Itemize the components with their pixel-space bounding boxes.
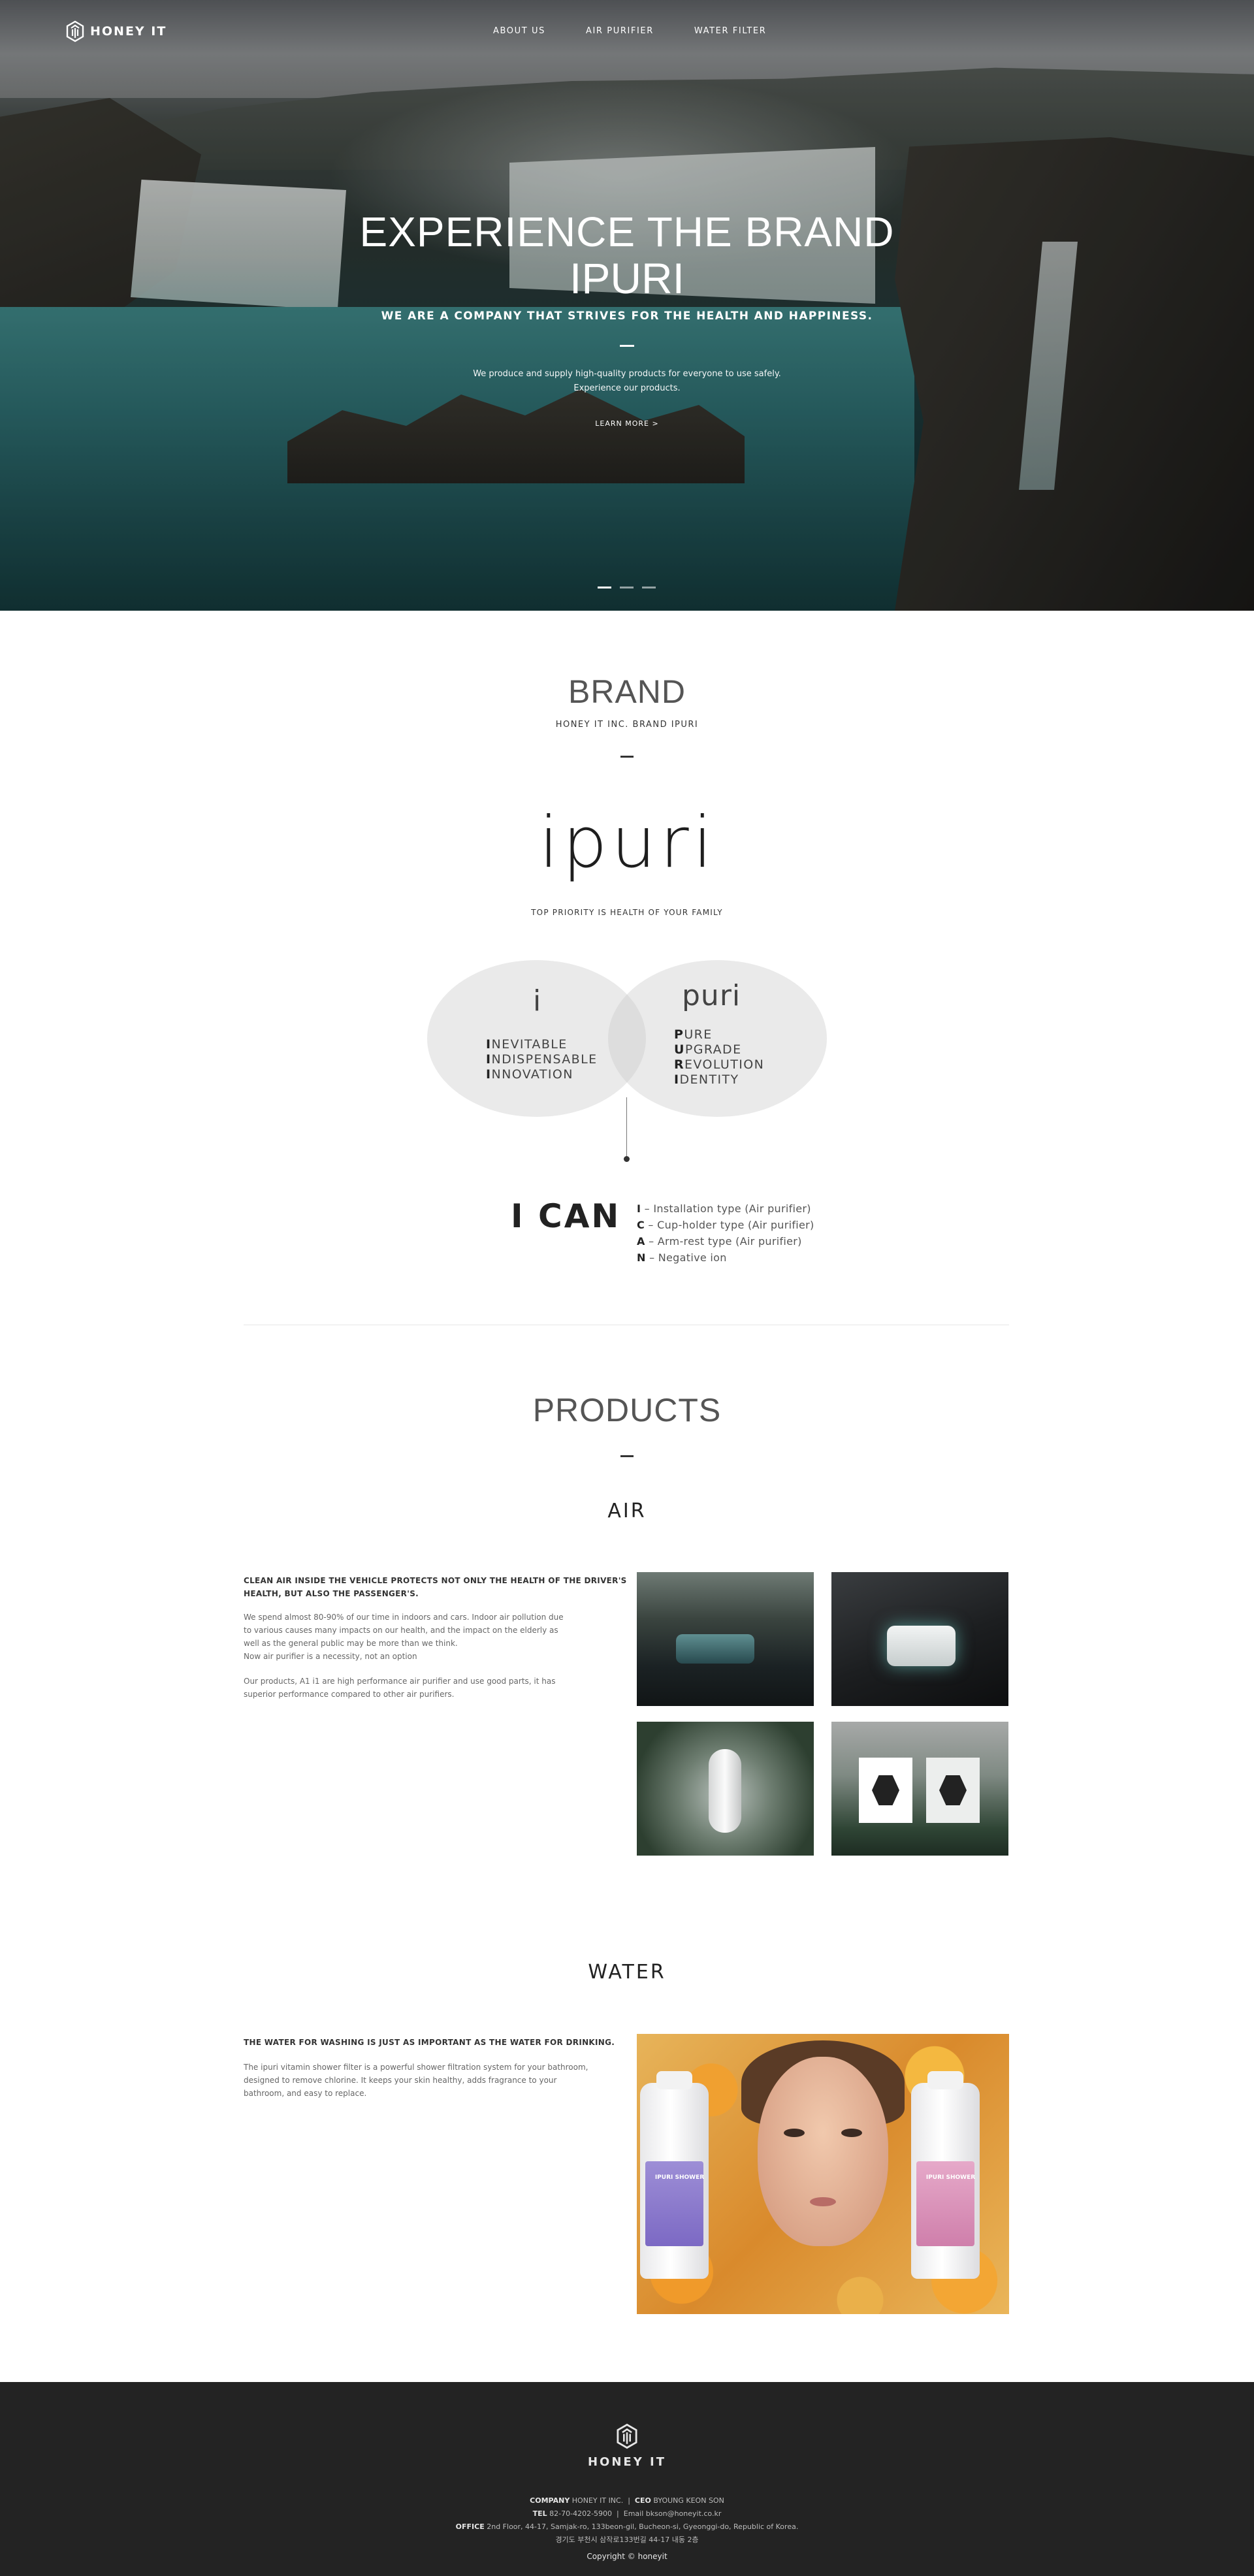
ican-title: I CAN — [511, 1197, 621, 1235]
air-product-image-3[interactable] — [637, 1722, 814, 1856]
ipuri-logo-text: ipuri — [539, 813, 716, 884]
water-heading: THE WATER FOR WASHING IS JUST AS IMPORTA… — [244, 2038, 615, 2047]
slide-dot-1[interactable] — [598, 587, 611, 588]
ican-item: I – Installation type (Air purifier) — [637, 1202, 811, 1215]
brand-venn-diagram: i INEVITABLE INDISPENSABLE INNOVATION pu… — [427, 960, 827, 1117]
slide-dot-2[interactable] — [620, 587, 634, 588]
air-description: We spend almost 80-90% of our time in in… — [244, 1613, 564, 1699]
hero-subtitle: WE ARE A COMPANY THAT STRIVES FOR THE HE… — [381, 310, 873, 323]
venn-left-words: INEVITABLE INDISPENSABLE INNOVATION — [486, 1037, 598, 1082]
hero-description: We produce and supply high-quality produ… — [0, 367, 1254, 396]
ican-item: A – Arm-rest type (Air purifier) — [637, 1235, 802, 1248]
menu-item-water-filter[interactable]: WATER FILTER — [694, 26, 767, 36]
products-section-title: PRODUCTS — [532, 1392, 722, 1428]
hero-content: EXPERIENCE THE BRAND IPURI WE ARE A COMP… — [0, 209, 1254, 428]
ican-item: C – Cup-holder type (Air purifier) — [637, 1219, 814, 1231]
venn-connector-line — [626, 1097, 627, 1158]
site-footer: HONEY IT COMPANY HONEY IT INC. | CEO BYO… — [0, 2382, 1254, 2576]
site-logo-text: HONEY IT — [90, 24, 167, 39]
venn-connector-dot — [624, 1156, 630, 1162]
venn-right-words: PURE UPGRADE REVOLUTION IDENTITY — [674, 1027, 765, 1087]
hero-divider — [620, 345, 634, 347]
ican-item: N – Negative ion — [637, 1251, 727, 1264]
footer-logo-icon — [617, 2423, 637, 2449]
venn-right-title: puri — [682, 979, 741, 1012]
air-product-image-4[interactable] — [831, 1722, 1008, 1856]
slide-dot-3[interactable] — [642, 587, 656, 588]
hero-banner: HONEY IT ABOUT US AIR PURIFIER WATER FIL… — [0, 0, 1254, 611]
hero-description-line-1: We produce and supply high-quality produ… — [473, 369, 781, 379]
footer-company-info: COMPANY HONEY IT INC. | CEO BYOUNG KEON … — [455, 2496, 799, 2544]
footer-email: bkson@honeyit.co.kr — [645, 2509, 722, 2518]
learn-more-link[interactable]: LEARN MORE > — [595, 419, 658, 428]
hero-description-line-2: Experience our products. — [573, 383, 681, 393]
footer-copyright: Copyright © honeyit — [587, 2552, 667, 2561]
products-divider — [620, 1455, 634, 1457]
air-category-title: AIR — [607, 1500, 647, 1522]
brand-tagline: TOP PRIORITY IS HEALTH OF YOUR FAMILY — [531, 908, 723, 917]
water-description: The ipuri vitamin shower filter is a pow… — [244, 2063, 588, 2098]
slider-pagination — [598, 587, 656, 588]
venn-left-title: i — [533, 984, 541, 1018]
menu-item-air-purifier[interactable]: AIR PURIFIER — [586, 26, 654, 36]
air-product-image-2[interactable] — [831, 1572, 1008, 1706]
honeyit-logo-icon — [66, 20, 84, 42]
brand-subtitle: HONEY IT INC. BRAND IPURI — [555, 720, 699, 730]
shower-filter-lavender: IPURI SHOWER — [640, 2071, 709, 2279]
footer-brand: HONEY IT — [587, 2455, 666, 2469]
air-product-image-1[interactable] — [637, 1572, 814, 1706]
brand-divider — [620, 756, 634, 758]
site-logo[interactable]: HONEY IT — [65, 20, 167, 42]
air-heading: CLEAN AIR INSIDE THE VEHICLE PROTECTS NO… — [244, 1576, 627, 1598]
brand-section-title: BRAND — [568, 673, 686, 710]
ipuri-logo: ipuri — [539, 813, 716, 884]
top-navigation: HONEY IT ABOUT US AIR PURIFIER WATER FIL… — [0, 0, 1254, 65]
hero-brand-name: IPURI — [569, 254, 685, 302]
shower-filter-rose: IPURI SHOWER — [911, 2071, 980, 2279]
main-menu: ABOUT US AIR PURIFIER WATER FILTER — [493, 26, 807, 36]
hero-headline: EXPERIENCE THE BRAND — [359, 208, 895, 255]
water-product-image[interactable]: IPURI SHOWER IPURI SHOWER — [637, 2034, 1009, 2314]
menu-item-about-us[interactable]: ABOUT US — [493, 26, 545, 36]
ican-list: I – Installation type (Air purifier) C –… — [637, 1200, 814, 1266]
water-category-title: WATER — [588, 1961, 666, 1984]
